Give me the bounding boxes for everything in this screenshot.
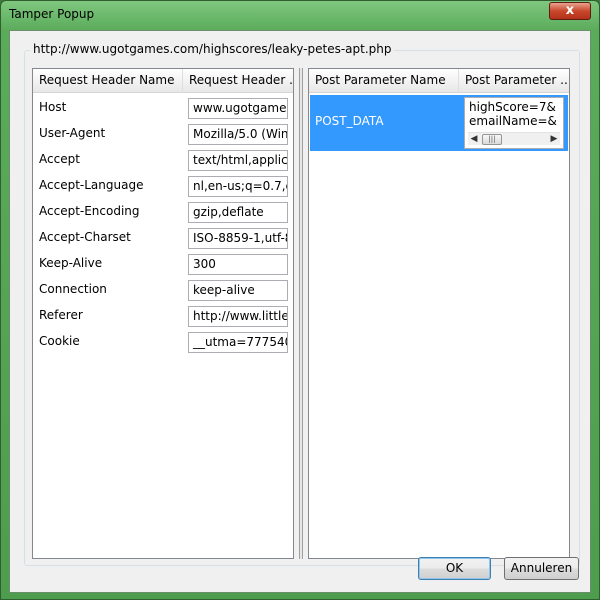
table-row[interactable]: Accept text/html,applicat [33,148,293,174]
table-row[interactable]: Cookie __utma=77754000 [33,330,293,356]
table-row[interactable]: POST_DATA highScore=7& emailName=& ◀ |||… [310,95,568,151]
panel-splitter[interactable] [299,68,303,559]
header-value-field[interactable]: www.ugotgames. [188,98,288,119]
header-value-field[interactable]: __utma=77754000 [188,332,288,353]
post-table-header: Post Parameter Name Post Parameter ... [309,69,569,93]
table-row[interactable]: Referer http://www.littlec [33,304,293,330]
column-header-value[interactable]: Request Header ... [183,69,293,93]
header-name: Cookie [39,334,80,348]
table-row[interactable]: Keep-Alive 300 [33,252,293,278]
header-name: Accept-Language [39,178,144,192]
table-row[interactable]: Connection keep-alive [33,278,293,304]
tamper-popup-window: Tamper Popup x http://www.ugotgames.com/… [0,0,600,600]
header-value-field[interactable]: 300 [188,254,288,275]
cancel-button[interactable]: Annuleren [504,557,579,580]
window-title: Tamper Popup [9,7,95,21]
header-name: Referer [39,308,83,322]
header-value-field[interactable]: keep-alive [188,280,288,301]
column-header-post-value[interactable]: Post Parameter ... [459,69,569,93]
title-bar[interactable]: Tamper Popup x [1,1,599,29]
headers-table-header: Request Header Name Request Header ... [33,69,293,93]
table-row[interactable]: Accept-Encoding gzip,deflate [33,200,293,226]
header-value-field[interactable]: http://www.littlec [188,306,288,327]
request-url: http://www.ugotgames.com/highscores/leak… [30,42,395,56]
header-name: Accept [39,152,80,166]
post-parameters-table: Post Parameter Name Post Parameter ... P… [308,68,570,559]
close-icon: x [565,3,575,18]
header-name: Connection [39,282,107,296]
dialog-body: http://www.ugotgames.com/highscores/leak… [9,30,591,593]
post-param-value[interactable]: highScore=7& emailName=& [469,100,557,128]
table-row[interactable]: Accept-Charset ISO-8859-1,utf-8;c [33,226,293,252]
table-row[interactable]: Host www.ugotgames. [33,96,293,122]
header-name: Keep-Alive [39,256,103,270]
post-param-name: POST_DATA [315,114,384,128]
header-name: Host [39,100,67,114]
scroll-right-icon[interactable]: ▶ [548,133,560,146]
header-name: Accept-Encoding [39,204,140,218]
scroll-thumb[interactable]: ||| [482,134,502,145]
header-value-field[interactable]: gzip,deflate [188,202,288,223]
table-row[interactable]: User-Agent Mozilla/5.0 (Wind [33,122,293,148]
header-name: User-Agent [39,126,106,140]
header-value-field[interactable]: nl,en-us;q=0.7,en, [188,176,288,197]
request-headers-table: Request Header Name Request Header ... H… [32,68,294,559]
header-name: Accept-Charset [39,230,131,244]
horizontal-scrollbar[interactable]: ◀ ||| ▶ [468,132,560,145]
header-value-field[interactable]: Mozilla/5.0 (Wind [188,124,288,145]
header-value-field[interactable]: text/html,applicat [188,150,288,171]
column-header-post-name[interactable]: Post Parameter Name [309,69,459,93]
header-value-field[interactable]: ISO-8859-1,utf-8;c [188,228,288,249]
close-button[interactable]: x [549,2,591,20]
table-row[interactable]: Accept-Language nl,en-us;q=0.7,en, [33,174,293,200]
column-header-name[interactable]: Request Header Name [33,69,183,93]
post-param-value-field[interactable]: highScore=7& emailName=& ◀ ||| ▶ [464,97,564,149]
ok-button[interactable]: OK [418,557,491,580]
scroll-left-icon[interactable]: ◀ [468,133,480,146]
